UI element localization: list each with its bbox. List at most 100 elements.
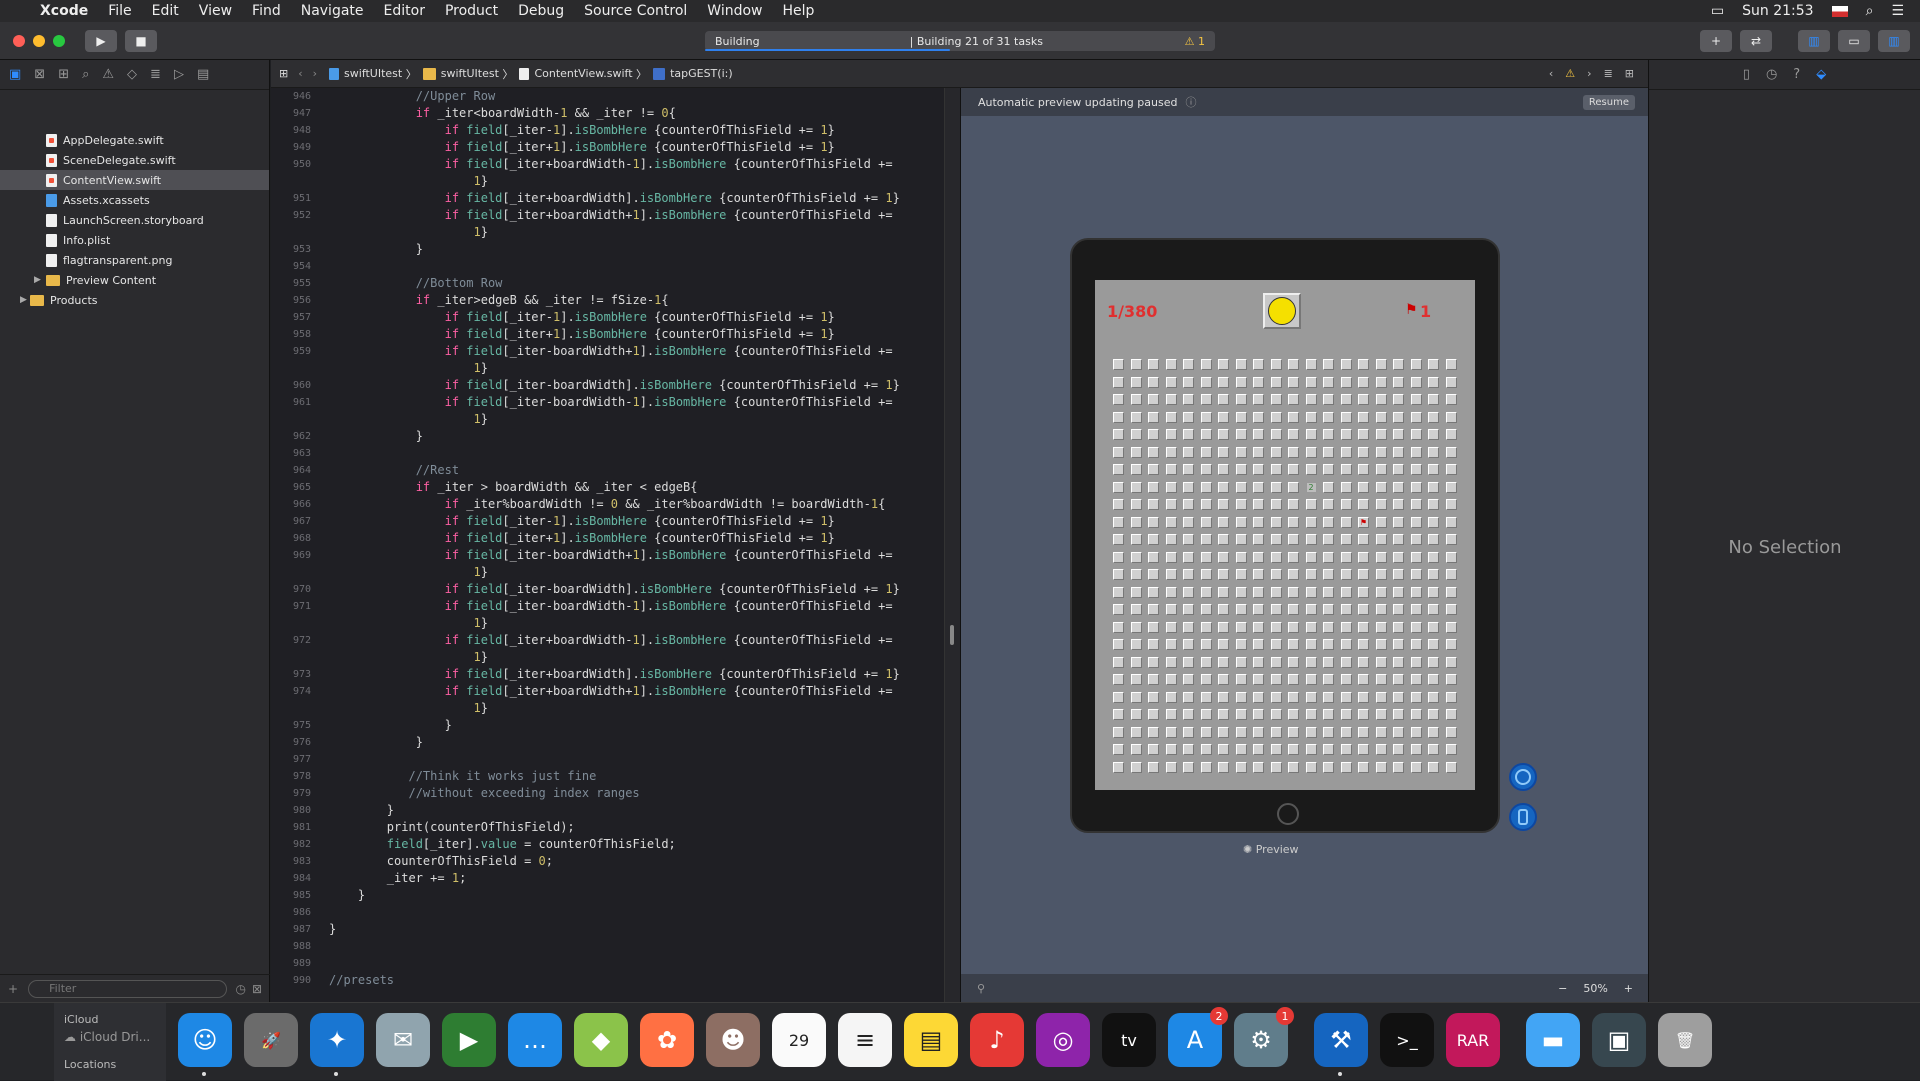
mine-cell[interactable] <box>1165 569 1177 580</box>
mine-cell[interactable] <box>1305 516 1317 528</box>
menu-find[interactable]: Find <box>242 3 291 19</box>
mine-cell[interactable] <box>1218 411 1229 423</box>
mine-cell[interactable] <box>1130 586 1142 598</box>
mine-cell[interactable] <box>1323 744 1334 755</box>
mine-cell[interactable] <box>1340 464 1352 475</box>
mine-cell[interactable] <box>1235 621 1247 633</box>
mine-cell[interactable] <box>1288 674 1299 685</box>
code-line[interactable]: if field[_iter-1].isBombHere {counterOfT… <box>329 122 900 139</box>
mine-cell[interactable] <box>1410 569 1422 580</box>
mine-cell[interactable] <box>1375 761 1387 773</box>
mine-cell[interactable] <box>1253 656 1264 668</box>
mine-cell[interactable] <box>1358 744 1369 755</box>
mine-cell[interactable] <box>1130 744 1142 755</box>
mine-cell[interactable] <box>1323 586 1334 598</box>
mine-cell[interactable] <box>1445 551 1457 563</box>
mine-cell[interactable] <box>1113 499 1124 510</box>
debug-navigator-icon[interactable]: ≣ <box>150 67 161 82</box>
mine-cell[interactable] <box>1410 726 1422 738</box>
mine-cell[interactable]: 2 <box>1305 481 1317 493</box>
mine-cell[interactable] <box>1235 481 1247 493</box>
mine-cell[interactable] <box>1148 691 1159 703</box>
code-line[interactable]: _iter += 1; <box>329 870 900 887</box>
mine-cell[interactable] <box>1235 551 1247 563</box>
menu-source-control[interactable]: Source Control <box>574 3 697 19</box>
mine-cell[interactable] <box>1410 656 1422 668</box>
mine-cell[interactable] <box>1393 429 1404 440</box>
file-inspector-icon[interactable]: ▯ <box>1743 67 1750 82</box>
mine-cell[interactable] <box>1445 376 1457 388</box>
mine-cell[interactable] <box>1375 674 1387 685</box>
mine-cell[interactable] <box>1428 499 1439 510</box>
breadcrumb-file[interactable]: ContentView.swift 〉 <box>519 66 647 82</box>
attributes-inspector-icon[interactable]: ⬙ <box>1816 67 1826 82</box>
project-navigator-icon[interactable]: ▣ <box>9 67 21 82</box>
mine-cell[interactable] <box>1218 429 1229 440</box>
mine-cell[interactable] <box>1410 551 1422 563</box>
mine-cell[interactable] <box>1358 761 1369 773</box>
mine-cell[interactable] <box>1113 359 1124 370</box>
mine-cell[interactable] <box>1358 639 1369 650</box>
mine-cell[interactable] <box>1130 481 1142 493</box>
mine-cell[interactable] <box>1323 761 1334 773</box>
mine-cell[interactable] <box>1375 446 1387 458</box>
mine-cell[interactable] <box>1305 691 1317 703</box>
mine-cell[interactable] <box>1393 761 1404 773</box>
mine-cell[interactable] <box>1428 481 1439 493</box>
mine-cell[interactable] <box>1445 709 1457 720</box>
code-line[interactable]: //Upper Row <box>329 88 900 105</box>
mine-cell[interactable] <box>1340 429 1352 440</box>
mine-cell[interactable] <box>1253 569 1264 580</box>
mine-cell[interactable] <box>1165 761 1177 773</box>
mine-cell[interactable] <box>1253 516 1264 528</box>
mine-cell[interactable] <box>1375 621 1387 633</box>
disclosure-triangle-icon[interactable]: ▶ <box>34 275 41 285</box>
mine-cell[interactable] <box>1148 534 1159 545</box>
mine-cell[interactable] <box>1235 516 1247 528</box>
mine-cell[interactable] <box>1200 376 1212 388</box>
mine-cell[interactable] <box>1445 761 1457 773</box>
toggle-navigator-button[interactable]: ▥ <box>1798 29 1830 52</box>
live-preview-button[interactable] <box>1509 763 1537 791</box>
mine-cell[interactable] <box>1358 726 1369 738</box>
mine-cell[interactable] <box>1323 464 1334 475</box>
mine-cell[interactable] <box>1445 534 1457 545</box>
reminders-icon[interactable]: ≡ <box>838 1013 892 1067</box>
mine-cell[interactable] <box>1165 499 1177 510</box>
mine-cell[interactable] <box>1428 534 1439 545</box>
code-line[interactable]: if _iter>edgeB && _iter != fSize-1{ <box>329 292 900 309</box>
mine-cell[interactable] <box>1305 569 1317 580</box>
mine-cell[interactable] <box>1410 534 1422 545</box>
mine-cell[interactable] <box>1270 709 1282 720</box>
mine-cell[interactable] <box>1410 691 1422 703</box>
mine-cell[interactable] <box>1340 516 1352 528</box>
mine-cell[interactable] <box>1235 411 1247 423</box>
mine-cell[interactable] <box>1305 709 1317 720</box>
mine-cell[interactable] <box>1183 744 1194 755</box>
mine-cell[interactable] <box>1375 604 1387 615</box>
mine-cell[interactable] <box>1428 464 1439 475</box>
mine-cell[interactable] <box>1428 744 1439 755</box>
mine-cell[interactable] <box>1305 429 1317 440</box>
mine-cell[interactable] <box>1393 621 1404 633</box>
mine-cell[interactable] <box>1288 569 1299 580</box>
mine-cell[interactable] <box>1113 726 1124 738</box>
mine-cell[interactable] <box>1183 551 1194 563</box>
menu-view[interactable]: View <box>189 3 242 19</box>
mine-cell[interactable] <box>1165 726 1177 738</box>
mine-cell[interactable] <box>1113 691 1124 703</box>
code-line[interactable]: } <box>329 887 900 904</box>
mine-cell[interactable] <box>1288 691 1299 703</box>
mine-cell[interactable] <box>1375 691 1387 703</box>
mine-cell[interactable] <box>1253 464 1264 475</box>
music-icon[interactable]: ♪ <box>970 1013 1024 1067</box>
podcasts-icon[interactable]: ◎ <box>1036 1013 1090 1067</box>
mine-cell[interactable] <box>1218 744 1229 755</box>
mine-cell[interactable] <box>1183 604 1194 615</box>
code-line[interactable]: if field[_iter+boardWidth+1].isBombHere … <box>329 683 900 700</box>
mine-cell[interactable] <box>1218 709 1229 720</box>
mine-cell[interactable] <box>1165 674 1177 685</box>
mine-cell[interactable] <box>1165 604 1177 615</box>
filter-options-icon[interactable]: ⊠ <box>252 982 262 996</box>
mine-cell[interactable] <box>1270 516 1282 528</box>
